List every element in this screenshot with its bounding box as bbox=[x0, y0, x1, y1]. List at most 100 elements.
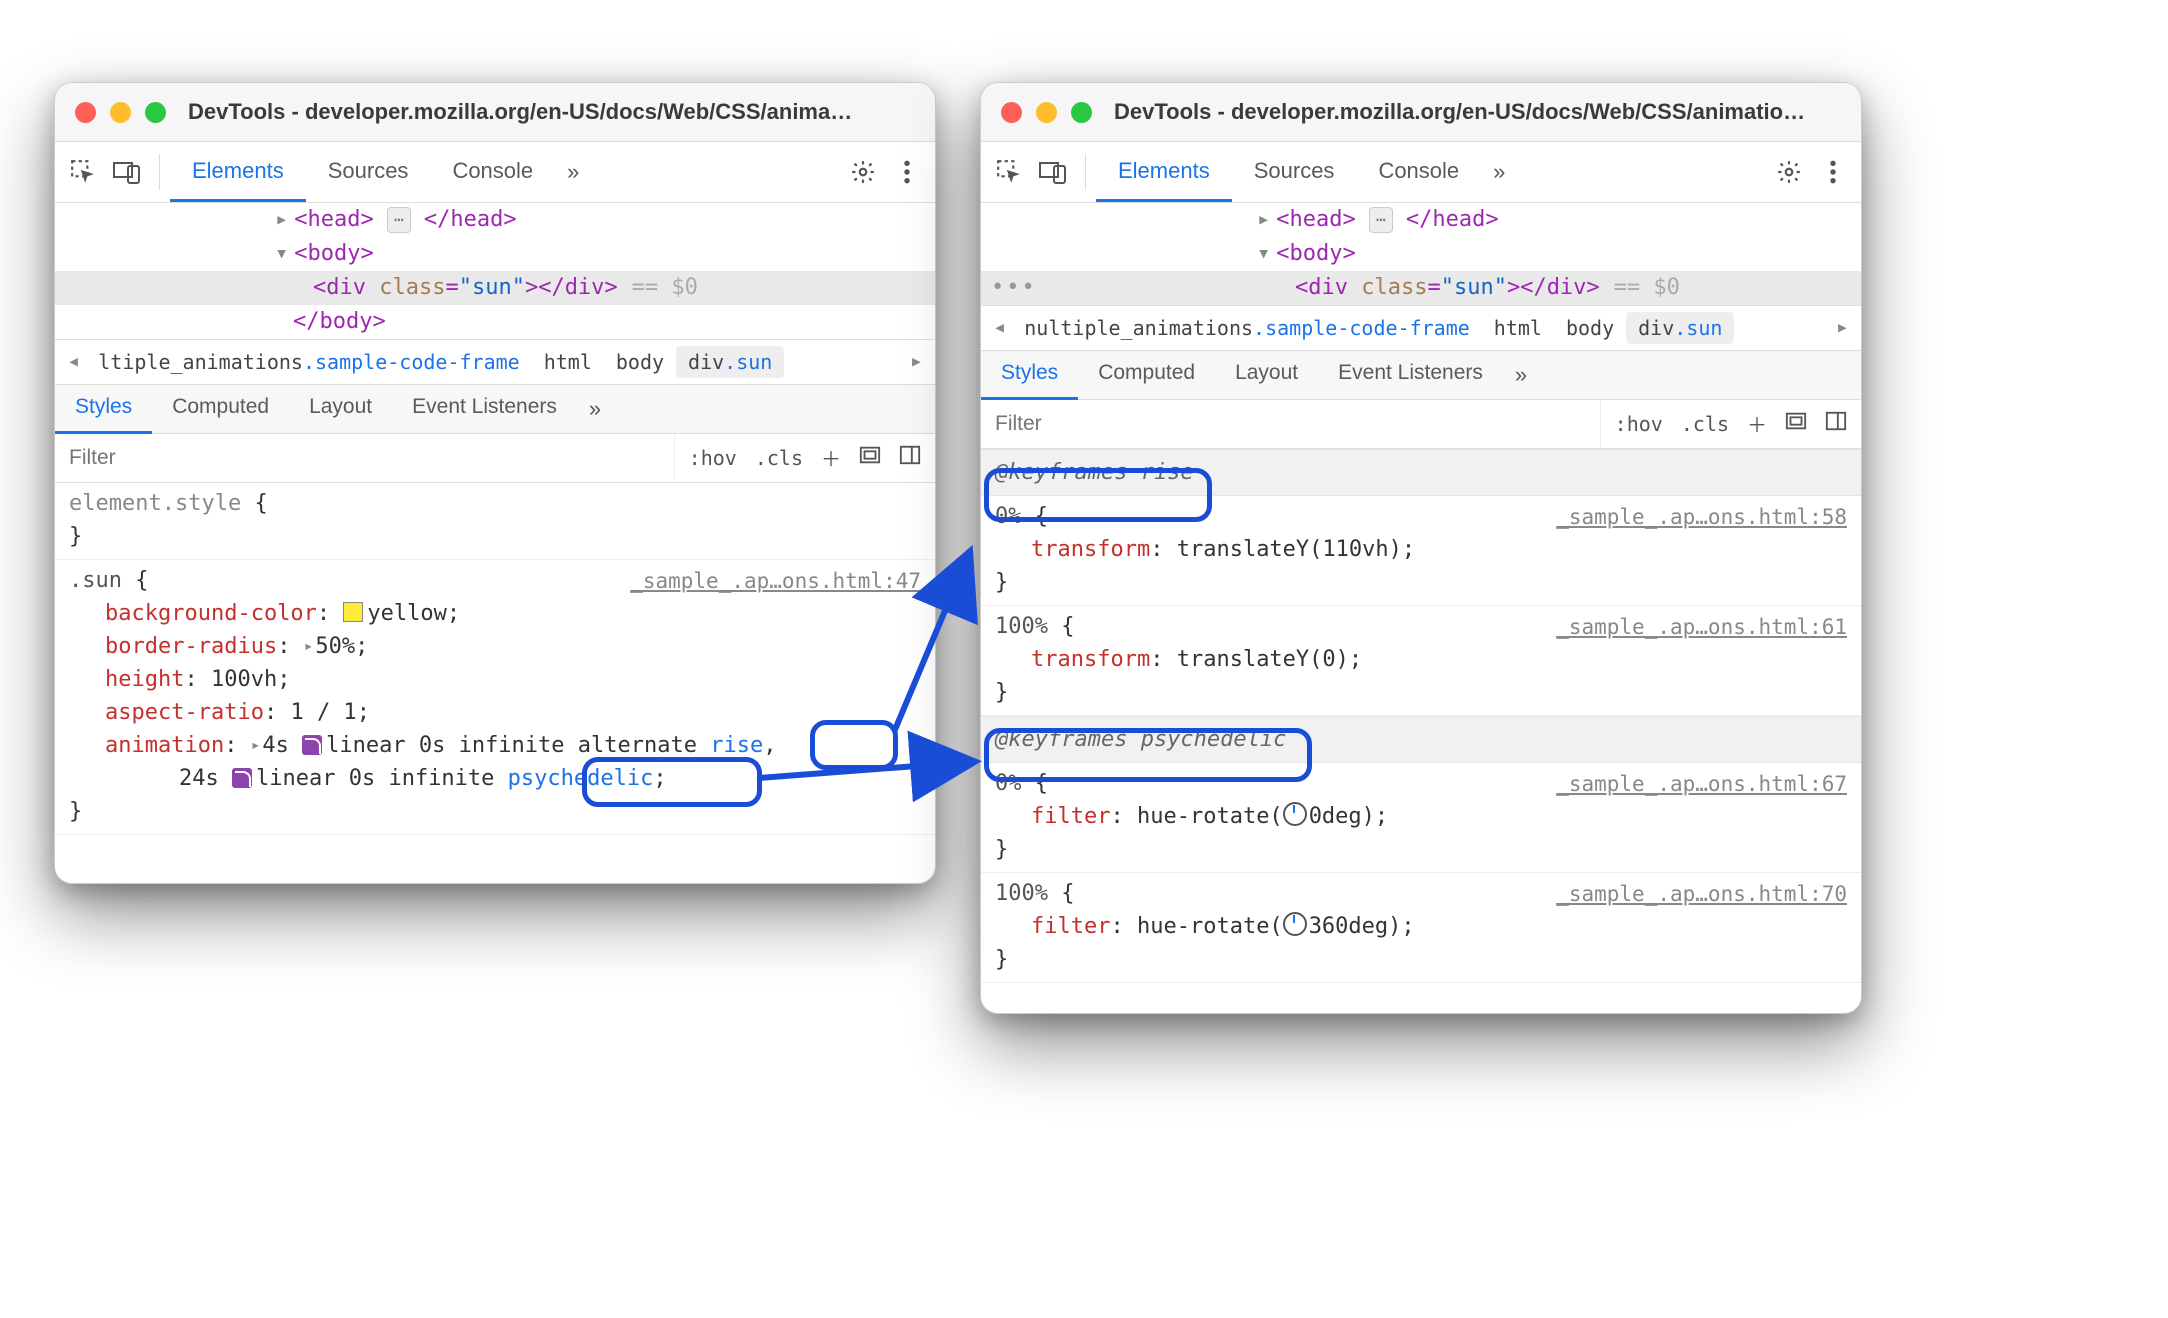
rule-source-link[interactable]: _sample_.ap…ons.html:47 bbox=[630, 566, 921, 598]
more-icon[interactable] bbox=[885, 150, 929, 194]
styles-filter-bar: :hov .cls ＋ bbox=[55, 434, 935, 483]
new-style-rule-icon[interactable]: ＋ bbox=[821, 443, 841, 472]
subtab-event-listeners[interactable]: Event Listeners bbox=[1318, 349, 1503, 400]
new-style-rule-icon[interactable]: ＋ bbox=[1747, 409, 1767, 438]
rule-source-link[interactable]: _sample_.ap…ons.html:67 bbox=[1556, 769, 1847, 801]
devtools-window-right: DevTools - developer.mozilla.org/en-US/d… bbox=[980, 82, 1862, 1014]
easing-editor-icon[interactable] bbox=[302, 735, 322, 755]
computed-panel-toggle-icon[interactable] bbox=[1785, 410, 1807, 437]
keyframe-psy-0[interactable]: _sample_.ap…ons.html:67 0% { filter: hue… bbox=[981, 763, 1861, 873]
breadcrumb-html[interactable]: html bbox=[532, 346, 604, 378]
breadcrumb-current[interactable]: div.sun bbox=[1626, 312, 1734, 344]
styles-filter-input[interactable] bbox=[981, 412, 1600, 436]
minimize-icon[interactable] bbox=[110, 102, 131, 123]
tabs-overflow-icon[interactable]: » bbox=[555, 142, 591, 202]
sidebar-toggle-icon[interactable] bbox=[1825, 410, 1847, 437]
breadcrumb-iframe[interactable]: ltiple_animations.sample-code-frame bbox=[86, 346, 531, 378]
tabs-overflow-icon[interactable]: » bbox=[1481, 142, 1517, 202]
subtab-layout[interactable]: Layout bbox=[289, 383, 392, 434]
maximize-icon[interactable] bbox=[1071, 102, 1092, 123]
animation-name-link-psychedelic[interactable]: psychedelic bbox=[508, 766, 654, 791]
maximize-icon[interactable] bbox=[145, 102, 166, 123]
tab-elements[interactable]: Elements bbox=[1096, 142, 1232, 202]
window-title: DevTools - developer.mozilla.org/en-US/d… bbox=[1114, 99, 1805, 125]
breadcrumb-body[interactable]: body bbox=[1554, 312, 1626, 344]
easing-editor-icon[interactable] bbox=[232, 768, 252, 788]
subtab-computed[interactable]: Computed bbox=[152, 383, 289, 434]
rule-element-style[interactable]: element.style { } bbox=[55, 483, 935, 560]
animation-name-link-rise[interactable]: rise bbox=[710, 733, 763, 758]
main-toolbar: Elements Sources Console » bbox=[981, 142, 1861, 203]
breadcrumb-html[interactable]: html bbox=[1482, 312, 1554, 344]
devtools-window-left: DevTools - developer.mozilla.org/en-US/d… bbox=[54, 82, 936, 884]
keyframes-rise-header[interactable]: @keyframes rise bbox=[981, 449, 1861, 496]
styles-tabbar: Styles Computed Layout Event Listeners » bbox=[981, 351, 1861, 400]
device-toggle-icon[interactable] bbox=[105, 150, 149, 194]
main-toolbar: Elements Sources Console » bbox=[55, 142, 935, 203]
dom-body-open[interactable]: <body> bbox=[294, 241, 373, 266]
subtabs-overflow-icon[interactable]: » bbox=[1503, 362, 1539, 388]
inspect-icon[interactable] bbox=[987, 150, 1031, 194]
computed-panel-toggle-icon[interactable] bbox=[859, 444, 881, 471]
breadcrumb-current[interactable]: div.sun bbox=[676, 346, 784, 378]
window-title: DevTools - developer.mozilla.org/en-US/d… bbox=[188, 99, 852, 125]
styles-panel[interactable]: @keyframes rise _sample_.ap…ons.html:58 … bbox=[981, 449, 1861, 983]
subtab-styles[interactable]: Styles bbox=[55, 383, 152, 434]
titlebar: DevTools - developer.mozilla.org/en-US/d… bbox=[55, 83, 935, 142]
toggle-cls[interactable]: .cls bbox=[755, 446, 803, 470]
tab-elements[interactable]: Elements bbox=[170, 142, 306, 202]
tab-console[interactable]: Console bbox=[430, 142, 555, 202]
breadcrumb-left-arrow[interactable]: ◂ bbox=[61, 349, 86, 374]
sidebar-toggle-icon[interactable] bbox=[899, 444, 921, 471]
minimize-icon[interactable] bbox=[1036, 102, 1057, 123]
styles-tabbar: Styles Computed Layout Event Listeners » bbox=[55, 385, 935, 434]
tab-console[interactable]: Console bbox=[1356, 142, 1481, 202]
settings-icon[interactable] bbox=[1767, 150, 1811, 194]
subtab-event-listeners[interactable]: Event Listeners bbox=[392, 383, 577, 434]
dom-selected-element[interactable]: ••• <div class="sun"></div>== $0 bbox=[981, 271, 1861, 305]
breadcrumb[interactable]: ◂ ltiple_animations.sample-code-frame ht… bbox=[55, 339, 935, 385]
keyframe-rise-0[interactable]: _sample_.ap…ons.html:58 0% { transform: … bbox=[981, 496, 1861, 606]
angle-editor-icon[interactable] bbox=[1283, 802, 1307, 826]
dom-selected-element[interactable]: <div class="sun"></div>== $0 bbox=[55, 271, 935, 305]
toggle-hov[interactable]: :hov bbox=[689, 446, 737, 470]
keyframe-psy-100[interactable]: _sample_.ap…ons.html:70 100% { filter: h… bbox=[981, 873, 1861, 983]
subtabs-overflow-icon[interactable]: » bbox=[577, 396, 613, 422]
inspect-icon[interactable] bbox=[61, 150, 105, 194]
toggle-cls[interactable]: .cls bbox=[1681, 412, 1729, 436]
rule-source-link[interactable]: _sample_.ap…ons.html:61 bbox=[1556, 612, 1847, 644]
tab-sources[interactable]: Sources bbox=[1232, 142, 1357, 202]
styles-filter-bar: :hov .cls ＋ bbox=[981, 400, 1861, 449]
dom-tree[interactable]: ▸<head> ⋯ </head> ▾<body> <div class="su… bbox=[55, 203, 935, 339]
breadcrumb-right-arrow[interactable]: ▸ bbox=[1830, 315, 1855, 340]
styles-panel[interactable]: element.style { } _sample_.ap…ons.html:4… bbox=[55, 483, 935, 835]
dom-tree[interactable]: ▸<head> ⋯ </head> ▾<body> ••• <div class… bbox=[981, 203, 1861, 305]
breadcrumb-left-arrow[interactable]: ◂ bbox=[987, 315, 1012, 340]
breadcrumb-iframe[interactable]: nultiple_animations.sample-code-frame bbox=[1012, 312, 1482, 344]
close-icon[interactable] bbox=[1001, 102, 1022, 123]
keyframe-rise-100[interactable]: _sample_.ap…ons.html:61 100% { transform… bbox=[981, 606, 1861, 716]
row-menu-icon[interactable]: ••• bbox=[991, 272, 1037, 304]
rule-source-link[interactable]: _sample_.ap…ons.html:70 bbox=[1556, 879, 1847, 911]
settings-icon[interactable] bbox=[841, 150, 885, 194]
toggle-hov[interactable]: :hov bbox=[1615, 412, 1663, 436]
color-swatch-icon[interactable] bbox=[343, 602, 363, 622]
subtab-computed[interactable]: Computed bbox=[1078, 349, 1215, 400]
close-icon[interactable] bbox=[75, 102, 96, 123]
keyframes-psychedelic-header[interactable]: @keyframes psychedelic bbox=[981, 716, 1861, 763]
angle-editor-icon[interactable] bbox=[1283, 912, 1307, 936]
rule-sun[interactable]: _sample_.ap…ons.html:47 .sun { backgroun… bbox=[55, 560, 935, 835]
dom-head-close: </head> bbox=[424, 207, 517, 232]
more-icon[interactable] bbox=[1811, 150, 1855, 194]
titlebar: DevTools - developer.mozilla.org/en-US/d… bbox=[981, 83, 1861, 142]
tab-sources[interactable]: Sources bbox=[306, 142, 431, 202]
device-toggle-icon[interactable] bbox=[1031, 150, 1075, 194]
breadcrumb[interactable]: ◂ nultiple_animations.sample-code-frame … bbox=[981, 305, 1861, 351]
subtab-styles[interactable]: Styles bbox=[981, 349, 1078, 400]
subtab-layout[interactable]: Layout bbox=[1215, 349, 1318, 400]
styles-filter-input[interactable] bbox=[55, 446, 674, 470]
breadcrumb-right-arrow[interactable]: ▸ bbox=[904, 349, 929, 374]
dom-head-open[interactable]: <head> bbox=[294, 207, 373, 232]
breadcrumb-body[interactable]: body bbox=[604, 346, 676, 378]
rule-source-link[interactable]: _sample_.ap…ons.html:58 bbox=[1556, 502, 1847, 534]
